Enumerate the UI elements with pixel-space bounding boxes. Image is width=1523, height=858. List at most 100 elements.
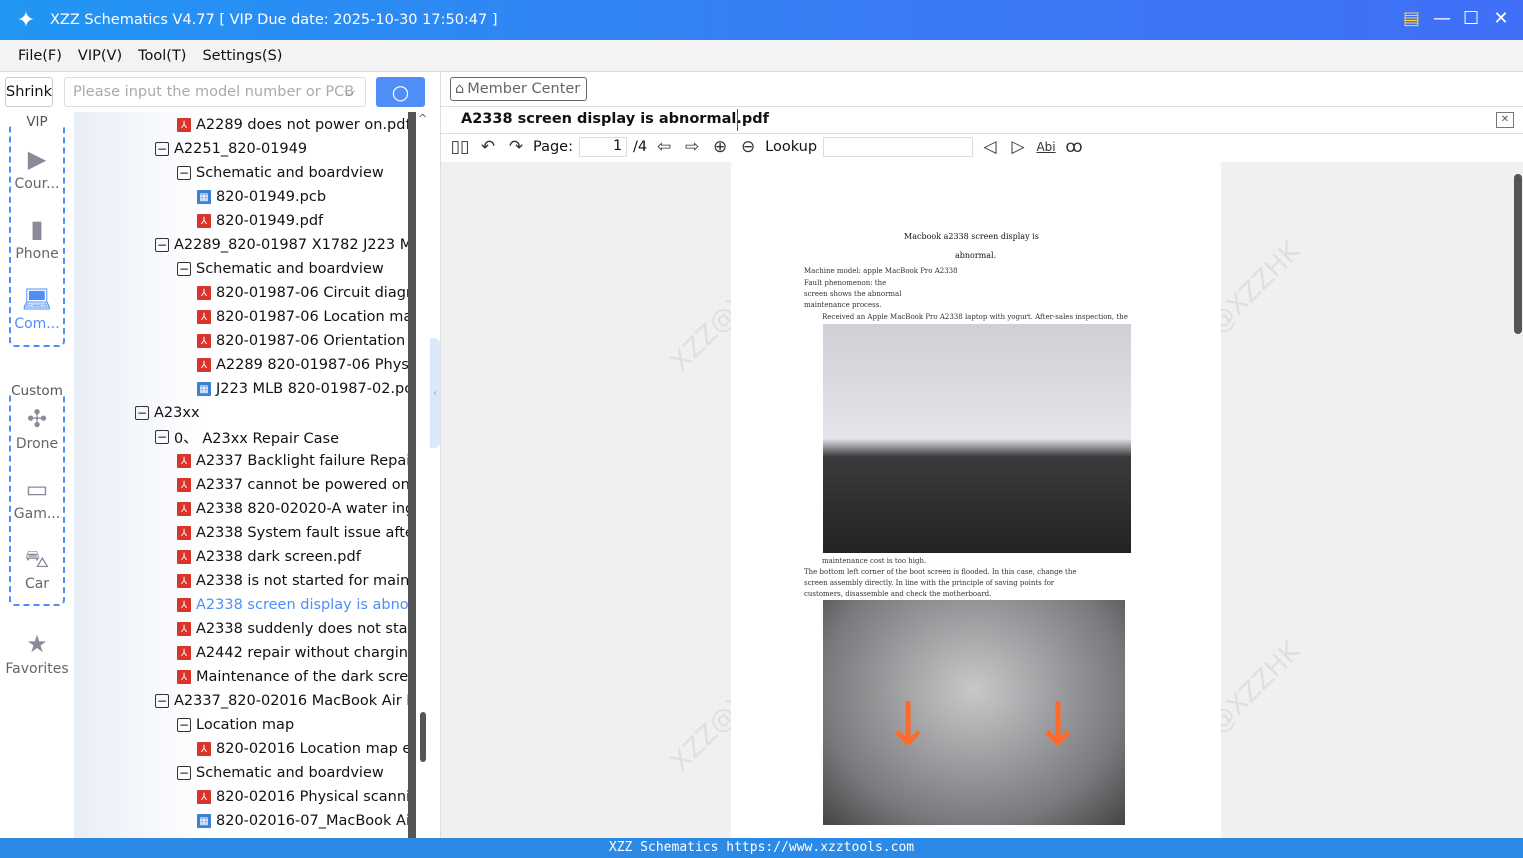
doc-title-2: abnormal. (955, 251, 997, 260)
two-page-icon[interactable]: ▯▯ (449, 137, 471, 157)
tree-scrollbar[interactable]: ^ (408, 112, 430, 838)
menu-vip[interactable]: VIP(V) (78, 48, 122, 64)
pdf-file-icon: ⅄ (197, 358, 211, 372)
tab-document[interactable]: A2338 screen display is abnormal.pdf (461, 111, 769, 127)
collapse-icon[interactable]: − (177, 718, 191, 732)
chevron-down-icon[interactable]: ⌵ (344, 84, 355, 100)
binoculars-icon[interactable]: ꝏ (1063, 137, 1085, 157)
tree-item-label: 820-01987-06 Orientation di (216, 333, 408, 349)
tree-item-label: A2337_820-02016 MacBook Air M1 (174, 693, 408, 709)
menu-settings[interactable]: Settings(S) (202, 48, 282, 64)
scroll-thumb[interactable] (420, 712, 426, 762)
tree-item[interactable]: ▦ J223 MLB 820-01987-02.pcb (197, 377, 408, 401)
match-case-icon[interactable]: Abi (1035, 140, 1057, 154)
scroll-up-icon[interactable]: ^ (418, 112, 427, 125)
collapse-icon[interactable]: − (177, 166, 191, 180)
sidebar-item-car[interactable]: ⛍ Car (0, 542, 74, 592)
sidebar-item-computer[interactable]: 💻︎ Com... (0, 282, 74, 332)
sidebar-item-phone[interactable]: ▮ Phone (0, 212, 74, 262)
member-center-button[interactable]: ⌂ Member Center (450, 77, 588, 101)
zoom-in-icon[interactable]: ⊕ (709, 137, 731, 157)
tree-item[interactable]: ⅄ A2338 screen display is abnorm (177, 593, 408, 617)
tree-item[interactable]: ▦ 820-02016-07_MacBook Air ( (197, 809, 408, 833)
find-next-icon[interactable]: ▷ (1007, 137, 1029, 157)
arrow-down-icon: ↓ (1033, 690, 1084, 760)
model-search-input[interactable]: Please input the model number or PCB ⌵ (64, 77, 366, 107)
collapse-icon[interactable]: − (135, 406, 149, 420)
viewer-scrollbar[interactable] (1512, 162, 1523, 838)
tree-item-label: A2251_820-01949 (174, 141, 308, 157)
tree-item[interactable]: ⅄ A2338 System fault issue after S (177, 521, 408, 545)
sidebar-item-favorites[interactable]: ★ Favorites (0, 627, 74, 677)
page-number-input[interactable]: 1 (579, 137, 627, 157)
pdf-file-icon: ⅄ (197, 334, 211, 348)
rotate-right-icon[interactable]: ↷ (505, 137, 527, 157)
tree-item[interactable]: − A23xx (135, 401, 200, 425)
close-button[interactable]: ✕ (1493, 8, 1509, 29)
tree-item-label: A2337 cannot be powered on b (196, 477, 408, 493)
search-button[interactable]: ○ (376, 77, 425, 107)
tree-item[interactable]: − A2251_820-01949 (155, 137, 307, 161)
tree-item[interactable]: ⅄ 820-01987-06 Orientation di (197, 329, 408, 353)
tree-item-label: A2442 repair without charging ( (196, 645, 408, 661)
lookup-input[interactable] (823, 137, 974, 157)
panel-collapse-handle[interactable]: ‹ (430, 338, 440, 448)
document-tab-bar: A2338 screen display is abnormal.pdf ✕ (441, 106, 1523, 134)
menu-bar: File(F) VIP(V) Tool(T) Settings(S) (0, 40, 1523, 72)
collapse-icon[interactable]: − (155, 238, 169, 252)
scroll-thumb[interactable] (1514, 174, 1522, 334)
page-total: /4 (633, 139, 648, 155)
tree-item[interactable]: − Location map (177, 713, 294, 737)
tree-item[interactable]: ⅄ A2338 suddenly does not start f (177, 617, 408, 641)
tree-item[interactable]: ⅄ 820-01987-06 Location map. (197, 305, 408, 329)
tree-item[interactable]: − A2289_820-01987 X1782 J223 Mac (155, 233, 408, 257)
tree-item[interactable]: ⅄ A2289 does not power on.pdf (177, 113, 408, 137)
tree-item[interactable]: ⅄ A2337 Backlight failure Repair c (177, 449, 408, 473)
tree-item[interactable]: ⅄ A2337 cannot be powered on b (177, 473, 408, 497)
tree-item[interactable]: ⅄ A2338 dark screen.pdf (177, 545, 361, 569)
close-tabs-icon[interactable]: ✕ (1496, 112, 1514, 128)
tree-item[interactable]: ⅄ A2289 820-01987-06 Physica (197, 353, 408, 377)
menu-tool[interactable]: Tool(T) (138, 48, 186, 64)
collapse-icon[interactable]: − (155, 430, 169, 444)
find-prev-icon[interactable]: ◁ (979, 137, 1001, 157)
rotate-left-icon[interactable]: ↶ (477, 137, 499, 157)
tree-item[interactable]: ⅄ A2338 is not started for mainter (177, 569, 408, 593)
vip-bag-icon[interactable]: ▤ (1403, 8, 1420, 29)
next-page-icon[interactable]: ⇨ (681, 137, 703, 157)
shrink-button[interactable]: Shrink (5, 77, 53, 107)
window-title: XZZ Schematics V4.77 [ VIP Due date: 202… (50, 12, 498, 28)
tree-item[interactable]: ⅄ 820-01949.pdf (197, 209, 323, 233)
scroll-track[interactable] (408, 112, 416, 838)
collapse-icon[interactable]: − (177, 766, 191, 780)
tree-item[interactable]: ⅄ A2338 820-02020-A water ingre (177, 497, 408, 521)
laptop-screen-photo (823, 324, 1131, 553)
sidebar-item-course[interactable]: ▶ Cour... (0, 142, 74, 192)
tree-item[interactable]: − A2337_820-02016 MacBook Air M1 (155, 689, 408, 713)
maximize-button[interactable]: ☐ (1463, 8, 1479, 29)
sidebar-item-label: Gam... (13, 506, 61, 522)
prev-page-icon[interactable]: ⇦ (653, 137, 675, 157)
menu-file[interactable]: File(F) (18, 48, 62, 64)
zoom-out-icon[interactable]: ⊖ (737, 137, 759, 157)
minimize-button[interactable]: — (1433, 8, 1451, 29)
sidebar-item-game[interactable]: ▭ Gam... (0, 472, 74, 522)
tree-item[interactable]: ⅄ 820-02016 Location map en. (197, 737, 408, 761)
tree-item[interactable]: ▦ 820-01949.pcb (197, 185, 326, 209)
collapse-icon[interactable]: − (177, 262, 191, 276)
lookup-label: Lookup (765, 139, 818, 155)
collapse-icon[interactable]: − (155, 142, 169, 156)
tree-item[interactable]: ⅄ 820-01987-06 Circuit diagrar (197, 281, 408, 305)
tree-item-label: Location map (196, 717, 295, 733)
tree-item[interactable]: ⅄ Maintenance of the dark screer (177, 665, 408, 689)
pdf-viewer[interactable]: XZZ@XZZHK XZZ@XZZHK XZZ@XZZHK XZZ@XZZHK … (441, 162, 1523, 838)
tree-item[interactable]: − Schematic and boardview (177, 761, 384, 785)
tree-item[interactable]: − Schematic and boardview (177, 161, 384, 185)
tree-item-label: J223 MLB 820-01987-02.pcb (216, 381, 408, 397)
tree-item[interactable]: ⅄ A2442 repair without charging ( (177, 641, 408, 665)
tree-item[interactable]: −0、 A23xx Repair Case (155, 425, 339, 449)
tree-item[interactable]: − Schematic and boardview (177, 257, 384, 281)
collapse-icon[interactable]: − (155, 694, 169, 708)
tree-item[interactable]: ⅄ 820-02016 Physical scanning (197, 785, 408, 809)
sidebar-item-drone[interactable]: ✣ Drone (0, 402, 74, 452)
